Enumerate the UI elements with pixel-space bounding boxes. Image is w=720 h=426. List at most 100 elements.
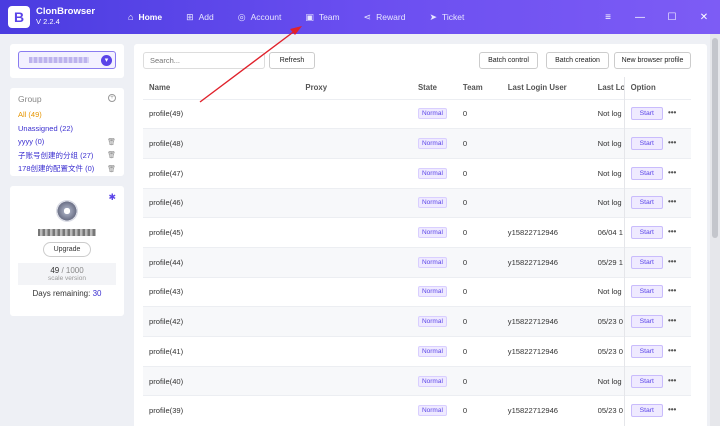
more-icon[interactable]: •••: [668, 405, 676, 414]
proxy-cell: [299, 217, 412, 248]
table-row[interactable]: profile(48) Normal 0 Not log Start •••: [143, 128, 691, 159]
more-icon[interactable]: •••: [668, 197, 676, 206]
more-icon[interactable]: •••: [668, 346, 676, 355]
team-selector-card: ▾: [10, 44, 124, 78]
last-login-time: Not log: [597, 287, 622, 297]
trash-icon[interactable]: 🗑: [107, 138, 116, 146]
group-list: All (49) Unassigned (22) yyyy (0) 🗑 子账号创建的分组…: [18, 108, 116, 176]
trash-icon[interactable]: 🗑: [107, 151, 116, 159]
table-row[interactable]: profile(43) Normal 0 Not log Start •••: [143, 276, 691, 307]
group-item[interactable]: Unassigned (22): [18, 122, 116, 136]
group-item[interactable]: yyyy (0) 🗑: [18, 135, 116, 149]
refresh-button[interactable]: Refresh: [269, 52, 315, 69]
column-header: Proxy: [305, 83, 328, 93]
batch-creation-button[interactable]: Batch creation: [546, 52, 609, 69]
nav-reward[interactable]: ⋖ Reward: [352, 0, 418, 34]
table-row[interactable]: profile(46) Normal 0 Not log Start •••: [143, 187, 691, 218]
table-row[interactable]: profile(41) Normal 0 y15822712946 05/23 0 Sta…: [143, 336, 691, 367]
search-input[interactable]: [143, 52, 265, 69]
more-icon[interactable]: •••: [668, 138, 676, 147]
nav-account[interactable]: ◎ Account: [226, 0, 294, 34]
close-icon[interactable]: ✕: [688, 12, 720, 23]
upgrade-button[interactable]: Upgrade: [42, 242, 92, 257]
nav-add[interactable]: ⊞ Add: [174, 0, 226, 34]
table-row[interactable]: profile(42) Normal 0 y15822712946 05/23 0 Sta…: [143, 306, 691, 337]
last-login-time: Not log: [597, 168, 622, 178]
more-icon[interactable]: •••: [668, 286, 676, 295]
team-selector[interactable]: ▾: [18, 51, 116, 69]
team-cell: 0: [456, 365, 502, 396]
proxy-cell: [299, 306, 412, 337]
start-button[interactable]: Start: [630, 226, 663, 240]
scrollbar-thumb[interactable]: [712, 38, 718, 238]
start-button[interactable]: Start: [630, 137, 663, 151]
start-button[interactable]: Start: [630, 404, 663, 418]
profile-name: profile(48): [143, 128, 300, 159]
nav-team[interactable]: ▣ Team: [293, 0, 351, 34]
start-button[interactable]: Start: [630, 196, 663, 210]
maximize-icon[interactable]: ☐: [656, 12, 688, 23]
group-item[interactable]: 子账号创建的分组 (27) 🗑: [18, 149, 116, 163]
state-cell: Normal: [411, 157, 457, 189]
batch-control-button[interactable]: Batch control: [479, 52, 538, 69]
nav-home[interactable]: ⌂ Home: [116, 0, 174, 34]
more-icon[interactable]: •••: [668, 316, 676, 325]
start-button[interactable]: Start: [630, 374, 663, 388]
menu-icon[interactable]: ≡: [592, 12, 624, 23]
plan-name: scale version: [48, 275, 86, 282]
app-version: V 2.2.4: [36, 17, 60, 26]
table-row[interactable]: profile(45) Normal 0 y15822712946 06/04 1 Sta…: [143, 217, 691, 248]
status-badge: Normal: [417, 375, 447, 387]
more-icon[interactable]: •••: [668, 108, 676, 117]
minimize-icon[interactable]: —: [624, 12, 656, 23]
column-header: Name: [149, 83, 171, 93]
more-icon[interactable]: •••: [668, 168, 676, 177]
start-button[interactable]: Start: [630, 285, 663, 299]
last-login-cell: Not log: [591, 128, 625, 159]
table-row[interactable]: profile(39) Normal 0 y15822712946 05/23 0 Sta…: [143, 395, 691, 426]
option-cell: Start •••: [623, 128, 691, 159]
profile-name: profile(44): [143, 246, 300, 278]
last-login-time: Not log: [597, 109, 622, 119]
send-icon: ➤: [429, 11, 438, 22]
last-login-time: 05/23 0: [597, 346, 623, 356]
option-cell: Start •••: [623, 187, 691, 218]
last-login-time: 05/23 0: [597, 317, 623, 327]
gear-icon[interactable]: ✱: [108, 192, 116, 203]
start-button[interactable]: Start: [630, 315, 663, 329]
start-button[interactable]: Start: [630, 107, 663, 121]
more-icon[interactable]: •••: [668, 376, 676, 385]
nav-label: Reward: [376, 12, 406, 22]
avatar: [56, 200, 78, 222]
nav-label: Home: [138, 12, 163, 22]
trash-icon[interactable]: 🗑: [107, 165, 116, 173]
table-row[interactable]: profile(47) Normal 0 Not log Start •••: [143, 157, 691, 189]
state-cell: Normal: [411, 217, 457, 248]
last-login-cell: 05/23 0: [591, 395, 625, 426]
usage-box: 49 / 1000 scale version: [18, 263, 116, 285]
state-cell: Normal: [411, 187, 457, 218]
blurred-username: [38, 229, 96, 236]
new-browser-profile-button[interactable]: New browser profile: [614, 52, 691, 69]
last-login-time: Not log: [597, 198, 622, 208]
table-row[interactable]: profile(44) Normal 0 y15822712946 05/29 1 Sta…: [143, 246, 691, 278]
status-badge: Normal: [417, 316, 447, 328]
table-row[interactable]: profile(40) Normal 0 Not log Start •••: [143, 365, 691, 396]
column-header: Team: [462, 83, 483, 93]
profile-name: profile(41): [143, 336, 300, 367]
nav-ticket[interactable]: ➤ Ticket: [417, 0, 476, 34]
group-item[interactable]: 178创建的配置文件 (0) 🗑: [18, 162, 116, 176]
last-login-cell: Not log: [591, 365, 625, 396]
add-group-icon[interactable]: +: [108, 94, 116, 102]
group-card: Group + All (49) Unassigned (22) yyyy (0) 🗑…: [10, 88, 124, 176]
start-button[interactable]: Start: [630, 255, 663, 269]
more-icon[interactable]: •••: [668, 257, 676, 266]
table-row[interactable]: profile(49) Normal 0 Not log Start •••: [143, 98, 691, 129]
group-label: 178创建的配置文件 (0): [18, 164, 95, 174]
chevron-down-icon: ▾: [101, 55, 112, 66]
start-button[interactable]: Start: [630, 344, 663, 358]
last-login-time: 06/04 1: [597, 228, 623, 238]
start-button[interactable]: Start: [630, 166, 663, 180]
group-item[interactable]: All (49): [18, 108, 116, 122]
more-icon[interactable]: •••: [668, 227, 676, 236]
